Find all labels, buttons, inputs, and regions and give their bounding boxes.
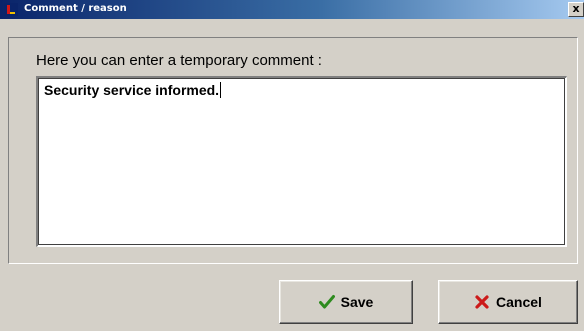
- save-button[interactable]: Save: [279, 280, 413, 324]
- text-caret: [220, 82, 222, 98]
- cancel-button[interactable]: Cancel: [438, 280, 578, 324]
- app-icon: [4, 3, 18, 16]
- comment-text-value: Security service informed.: [44, 82, 222, 98]
- title-bar[interactable]: Comment / reason x: [0, 0, 584, 19]
- comment-dialog: Comment / reason x Here you can enter a …: [0, 0, 584, 331]
- close-icon: x: [572, 2, 580, 15]
- window-title: Comment / reason: [24, 3, 127, 14]
- checkmark-icon: [318, 294, 335, 310]
- comment-prompt-label: Here you can enter a temporary comment :: [36, 52, 322, 69]
- x-mark-icon: [474, 294, 490, 310]
- cancel-button-label: Cancel: [496, 294, 542, 310]
- save-button-label: Save: [340, 294, 374, 310]
- close-button[interactable]: x: [568, 2, 584, 17]
- comment-textarea[interactable]: Security service informed.: [36, 76, 567, 247]
